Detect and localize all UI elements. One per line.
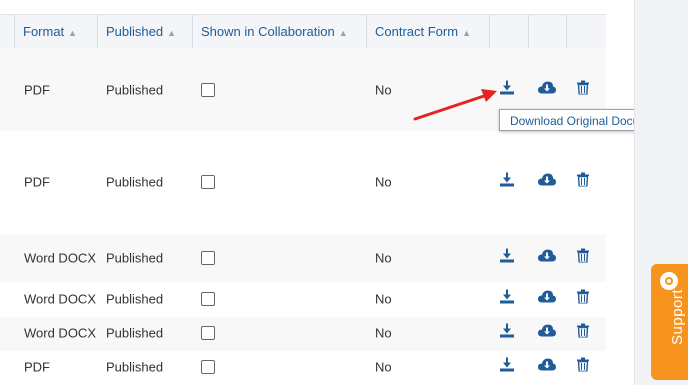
cloud-download-button[interactable] (538, 324, 556, 343)
download-button[interactable] (500, 172, 514, 192)
table-row (0, 351, 606, 385)
cell-contract-form: No (375, 82, 392, 98)
cell-published: Published (106, 359, 164, 375)
sort-caret-icon: ▲ (462, 28, 471, 38)
shown-in-collaboration-checkbox[interactable] (201, 175, 215, 189)
download-icon (500, 357, 514, 376)
cell-contract-form: No (375, 250, 392, 266)
trash-icon (577, 289, 589, 308)
cloud-download-icon (538, 81, 556, 99)
column-header-contract-form-label: Contract Form (375, 24, 459, 39)
trash-icon (577, 323, 589, 342)
cloud-download-button[interactable] (538, 173, 556, 192)
cloud-download-icon (538, 249, 556, 267)
cell-format: PDF (24, 359, 50, 375)
shown-in-collaboration-checkbox[interactable] (201, 83, 215, 97)
sort-caret-icon: ▲ (338, 28, 348, 38)
table-header: Format ▲ Published ▲ Shown in Collaboratio… (0, 14, 606, 50)
cell-published: Published (106, 250, 164, 266)
download-button[interactable] (500, 289, 514, 309)
column-header-shown-in-collaboration[interactable]: Shown in Collaboration ▲ (192, 15, 366, 49)
trash-icon (577, 172, 589, 191)
trash-button[interactable] (577, 357, 589, 377)
cell-contract-form: No (375, 359, 392, 375)
cell-published: Published (106, 325, 164, 341)
column-header-collab-label: Shown in Collaboration (201, 24, 335, 39)
support-icon (660, 272, 678, 290)
column-header-cloud (528, 15, 566, 49)
cell-contract-form: No (375, 325, 392, 341)
cell-published: Published (106, 174, 164, 190)
trash-button[interactable] (577, 289, 589, 309)
trash-button[interactable] (577, 323, 589, 343)
trash-icon (577, 80, 589, 99)
cloud-download-button[interactable] (538, 290, 556, 309)
support-label: Support (669, 288, 686, 345)
column-header-delete (566, 15, 606, 49)
cloud-download-icon (538, 173, 556, 191)
cell-published: Published (106, 291, 164, 307)
sort-caret-icon: ▲ (68, 28, 78, 38)
column-header-format-label: Format (23, 24, 65, 39)
cloud-download-icon (538, 290, 556, 308)
column-header-published[interactable]: Published ▲ (97, 15, 192, 49)
cloud-download-button[interactable] (538, 358, 556, 377)
cloud-download-button[interactable] (538, 81, 556, 100)
trash-icon (577, 248, 589, 267)
column-header-contract-form[interactable]: Contract Form ▲ (366, 15, 489, 49)
cell-contract-form: No (375, 291, 392, 307)
cell-format: Word DOCX (24, 291, 96, 307)
cell-format: PDF (24, 174, 50, 190)
cell-published: Published (106, 82, 164, 98)
download-icon (500, 172, 514, 191)
shown-in-collaboration-checkbox[interactable] (201, 251, 215, 265)
cell-contract-form: No (375, 174, 392, 190)
download-button[interactable] (500, 357, 514, 377)
download-icon (500, 248, 514, 267)
sort-caret-icon: ▲ (167, 28, 177, 38)
cell-format: Word DOCX (24, 250, 96, 266)
trash-icon (577, 357, 589, 376)
trash-button[interactable] (577, 248, 589, 268)
download-button[interactable] (500, 80, 514, 100)
cloud-download-button[interactable] (538, 249, 556, 268)
column-header-format[interactable]: Format ▲ (14, 15, 97, 49)
download-icon (500, 80, 514, 99)
cell-format: PDF (24, 82, 50, 98)
column-header-published-label: Published (106, 24, 164, 39)
cloud-download-icon (538, 324, 556, 342)
download-icon (500, 323, 514, 342)
column-header-download (489, 15, 528, 49)
shown-in-collaboration-checkbox[interactable] (201, 326, 215, 340)
cell-format: Word DOCX (24, 325, 96, 341)
shown-in-collaboration-checkbox[interactable] (201, 360, 215, 374)
cloud-download-icon (538, 358, 556, 376)
trash-button[interactable] (577, 172, 589, 192)
download-icon (500, 289, 514, 308)
table-row (0, 131, 606, 234)
trash-button[interactable] (577, 80, 589, 100)
download-button[interactable] (500, 323, 514, 343)
download-button[interactable] (500, 248, 514, 268)
shown-in-collaboration-checkbox[interactable] (201, 292, 215, 306)
